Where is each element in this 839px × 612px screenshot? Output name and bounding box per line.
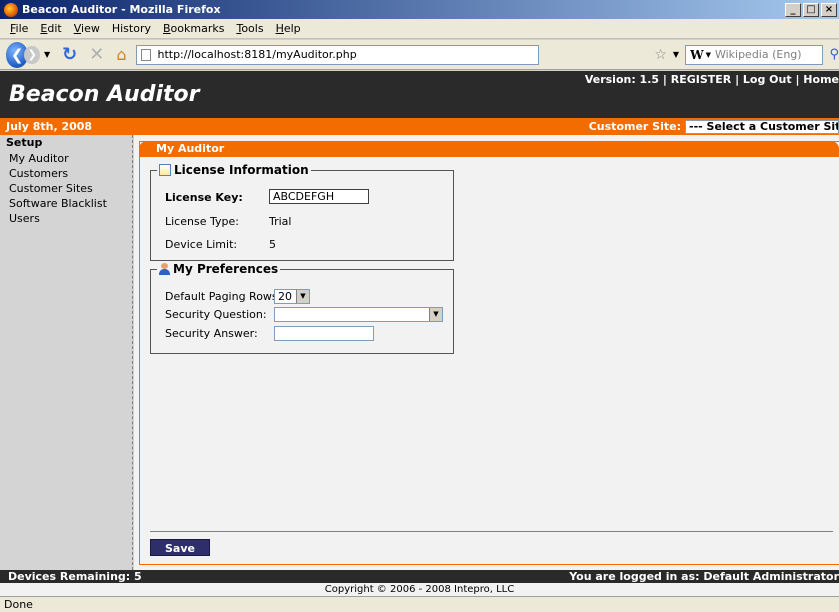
page-icon bbox=[141, 48, 152, 61]
license-information-group: License Information License Key: ABCDEFG… bbox=[150, 163, 454, 261]
customer-site-label: Customer Site: bbox=[588, 120, 681, 133]
my-auditor-panel: My Auditor License Information License K… bbox=[139, 141, 839, 565]
home-icon[interactable]: ⌂ bbox=[116, 45, 126, 64]
security-question-label: Security Question: bbox=[165, 308, 267, 321]
window-controls: _ □ × bbox=[785, 2, 839, 17]
url-text: http://localhost:8181/myAuditor.php bbox=[157, 48, 357, 61]
wikipedia-icon[interactable]: W bbox=[686, 48, 705, 62]
sidebar-item-customers[interactable]: Customers bbox=[6, 166, 132, 181]
history-dropdown-icon[interactable]: ▼ bbox=[44, 50, 50, 59]
paging-rows-label: Default Paging Rows: bbox=[165, 290, 282, 303]
chevron-down-icon[interactable]: ▼ bbox=[296, 290, 309, 303]
sidebar-item-users[interactable]: Users bbox=[6, 211, 132, 226]
preferences-legend: My Preferences bbox=[173, 262, 279, 276]
navigation-toolbar: ❮ ❯ ▼ ↻ ✕ ⌂ http://localhost:8181/myAudi… bbox=[0, 40, 839, 70]
window-titlebar: Beacon Auditor - Mozilla Firefox _ □ × bbox=[0, 0, 839, 19]
security-answer-input[interactable] bbox=[274, 326, 374, 341]
maximize-button[interactable]: □ bbox=[803, 2, 819, 17]
license-legend: License Information bbox=[174, 163, 309, 177]
security-question-select[interactable]: ▼ bbox=[274, 307, 443, 322]
menu-tools[interactable]: Tools bbox=[230, 22, 269, 35]
sidebar-heading: Setup bbox=[6, 136, 43, 149]
license-type-label: License Type: bbox=[165, 215, 239, 228]
save-button[interactable]: Save bbox=[150, 539, 210, 556]
copyright: Copyright © 2006 - 2008 Intepro, LLC bbox=[0, 583, 839, 596]
date-bar: July 8th, 2008 Customer Site: --- Select… bbox=[0, 118, 839, 135]
sidebar-item-software-blacklist[interactable]: Software Blacklist bbox=[6, 196, 132, 211]
customer-site-select[interactable]: --- Select a Customer Site --- bbox=[685, 119, 839, 134]
menu-bookmarks[interactable]: Bookmarks bbox=[157, 22, 230, 35]
menu-history[interactable]: History bbox=[106, 22, 157, 35]
minimize-button[interactable]: _ bbox=[785, 2, 801, 17]
stop-icon[interactable]: ✕ bbox=[89, 44, 104, 65]
header-links[interactable]: Version: 1.5 | REGISTER | Log Out | Home bbox=[585, 73, 839, 86]
main-content: My Auditor License Information License K… bbox=[134, 135, 839, 570]
panel-title: My Auditor bbox=[139, 141, 839, 157]
url-bar[interactable]: http://localhost:8181/myAuditor.php bbox=[136, 44, 539, 65]
divider bbox=[150, 531, 833, 532]
license-type-value: Trial bbox=[269, 215, 292, 228]
firefox-icon bbox=[4, 2, 18, 17]
license-key-input[interactable]: ABCDEFGH bbox=[269, 189, 369, 204]
window-title: Beacon Auditor - Mozilla Firefox bbox=[22, 3, 221, 16]
bookmark-star-icon[interactable]: ☆ bbox=[654, 47, 667, 63]
forward-icon[interactable]: ❯ bbox=[24, 45, 40, 64]
chevron-down-icon[interactable]: ▼ bbox=[429, 308, 442, 321]
security-answer-label: Security Answer: bbox=[165, 327, 258, 340]
my-preferences-group: My Preferences Default Paging Rows: 20 ▼… bbox=[150, 262, 454, 354]
close-button[interactable]: × bbox=[821, 2, 837, 17]
device-limit-value: 5 bbox=[269, 238, 276, 251]
reload-icon[interactable]: ↻ bbox=[62, 44, 77, 65]
url-dropdown-icon[interactable]: ▼ bbox=[673, 50, 679, 59]
search-icon[interactable]: ⚲ bbox=[829, 47, 839, 62]
logged-in-user: You are logged in as: Default Administra… bbox=[569, 570, 839, 583]
user-icon bbox=[159, 263, 170, 275]
menu-help[interactable]: Help bbox=[270, 22, 307, 35]
menu-bar: File Edit View History Bookmarks Tools H… bbox=[0, 19, 839, 39]
search-bar[interactable]: W ▼ Wikipedia (Eng) bbox=[685, 44, 824, 65]
device-limit-label: Device Limit: bbox=[165, 238, 238, 251]
menu-view[interactable]: View bbox=[68, 22, 106, 35]
sidebar: Setup My Auditor Customers Customer Site… bbox=[0, 135, 133, 570]
sidebar-item-my-auditor[interactable]: My Auditor bbox=[6, 151, 132, 166]
search-engine-dropdown-icon[interactable]: ▼ bbox=[706, 51, 711, 59]
menu-edit[interactable]: Edit bbox=[34, 22, 67, 35]
search-placeholder: Wikipedia (Eng) bbox=[714, 48, 802, 61]
status-bar: Done bbox=[0, 596, 839, 612]
license-icon bbox=[159, 164, 171, 176]
app-title: Beacon Auditor bbox=[9, 82, 200, 107]
footer-bar: Devices Remaining: 5 You are logged in a… bbox=[0, 570, 839, 583]
devices-remaining: Devices Remaining: 5 bbox=[8, 570, 142, 583]
menu-file[interactable]: File bbox=[4, 22, 34, 35]
app-header: Beacon Auditor Version: 1.5 | REGISTER |… bbox=[0, 71, 839, 118]
paging-rows-select[interactable]: 20 ▼ bbox=[274, 289, 310, 304]
license-key-label: License Key: bbox=[165, 191, 243, 204]
current-date: July 8th, 2008 bbox=[6, 120, 93, 133]
sidebar-item-customer-sites[interactable]: Customer Sites bbox=[6, 181, 132, 196]
